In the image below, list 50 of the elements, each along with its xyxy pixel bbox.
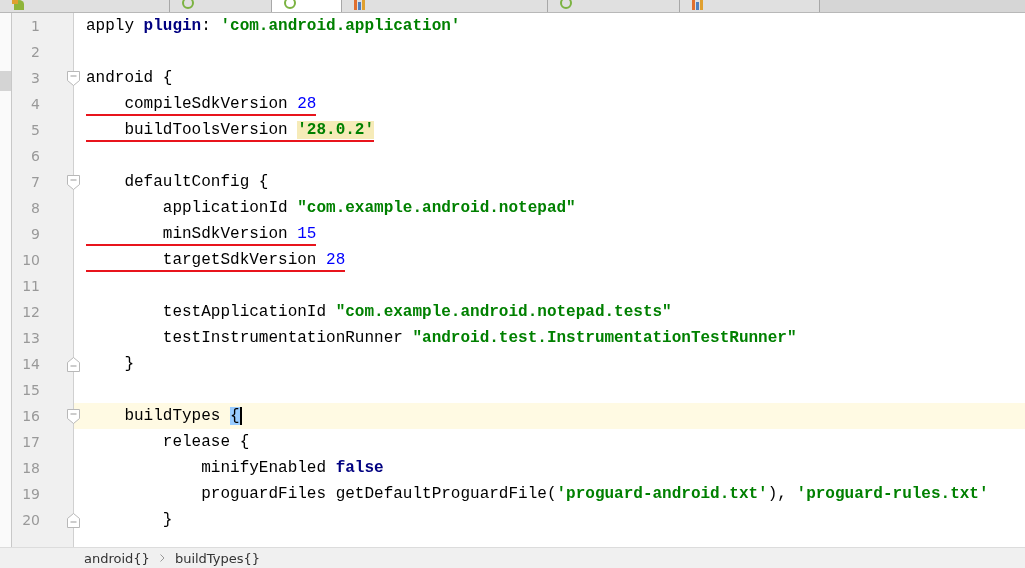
line-number: 7 bbox=[31, 174, 40, 190]
bar-chart-icon bbox=[692, 0, 704, 10]
line-number: 5 bbox=[31, 122, 40, 138]
line-number: 18 bbox=[22, 460, 40, 476]
chevron-icon bbox=[159, 554, 165, 562]
line-number: 12 bbox=[22, 304, 40, 320]
fold-icon[interactable] bbox=[67, 409, 80, 424]
code-line: testInstrumentationRunner "android.test.InstrumentationTestRunner" bbox=[161, 328, 797, 349]
editor-tab[interactable] bbox=[680, 0, 820, 12]
code-line: apply plugin: 'com.android.application' bbox=[86, 16, 461, 37]
code-line: minifyEnabled false bbox=[200, 458, 384, 479]
editor-tab[interactable] bbox=[0, 0, 170, 12]
code-line: } bbox=[123, 354, 134, 375]
editor-tab[interactable] bbox=[170, 0, 272, 12]
line-number: 13 bbox=[22, 330, 40, 346]
line-number: 15 bbox=[22, 382, 40, 398]
editor-tab[interactable] bbox=[342, 0, 548, 12]
line-number: 19 bbox=[22, 486, 40, 502]
code-line: buildTypes { bbox=[123, 406, 242, 427]
code-line: testApplicationId "com.example.android.notepad.tests" bbox=[161, 302, 672, 323]
breadcrumb[interactable]: buildTypes{} bbox=[174, 550, 261, 566]
line-number: 11 bbox=[22, 278, 40, 294]
line-number: 16 bbox=[22, 408, 40, 424]
line-number: 6 bbox=[31, 148, 40, 164]
android-icon bbox=[12, 0, 26, 10]
code-line: } bbox=[161, 510, 173, 531]
bar-chart-icon bbox=[354, 0, 366, 10]
code-line: release { bbox=[161, 432, 250, 453]
line-number: 4 bbox=[31, 96, 40, 112]
fold-icon[interactable] bbox=[67, 71, 80, 86]
line-number: 10 bbox=[22, 252, 40, 268]
breadcrumb[interactable]: android{} bbox=[84, 550, 150, 566]
code-line: android { bbox=[86, 68, 173, 89]
line-number: 17 bbox=[22, 434, 40, 450]
code-line: applicationId "com.example.android.notepad" bbox=[161, 198, 576, 219]
fold-icon[interactable] bbox=[67, 175, 80, 190]
side-tab[interactable] bbox=[0, 71, 11, 91]
editor-tab[interactable] bbox=[272, 0, 342, 12]
line-number: 3 bbox=[31, 70, 40, 86]
fold-icon[interactable] bbox=[67, 513, 80, 528]
line-number: 2 bbox=[31, 44, 40, 60]
fold-icon[interactable] bbox=[67, 357, 80, 372]
editor-tab[interactable] bbox=[548, 0, 680, 12]
code-line: proguardFiles getDefaultProguardFile('proguard-android.txt'), 'proguard-rules.txt' bbox=[200, 484, 989, 505]
line-number: 9 bbox=[31, 226, 40, 242]
line-number: 8 bbox=[31, 200, 40, 216]
code-line: defaultConfig { bbox=[123, 172, 269, 193]
line-number: 1 bbox=[31, 18, 40, 34]
line-number: 14 bbox=[22, 356, 40, 372]
line-number: 20 bbox=[22, 512, 40, 528]
